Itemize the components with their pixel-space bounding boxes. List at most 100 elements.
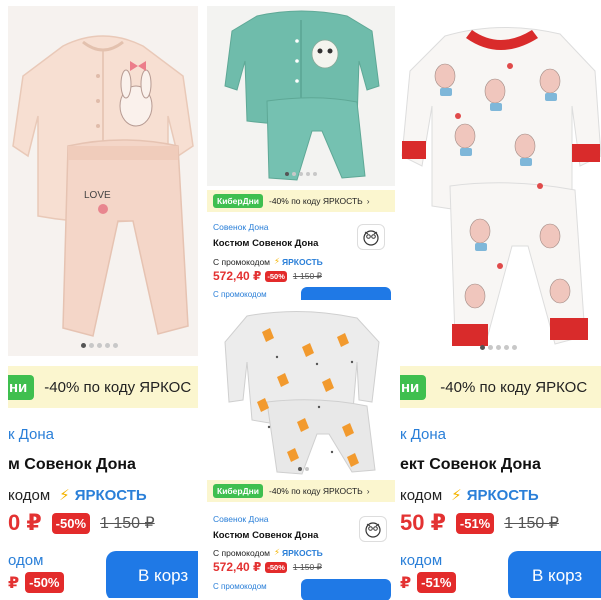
brand-link[interactable]: Совенок Дона [213, 222, 269, 232]
chevron-right-icon[interactable]: › [367, 486, 370, 496]
discount-badge: -51% [417, 572, 456, 593]
promo-code: ЯРКОСТЬ [281, 547, 323, 558]
carousel-dot[interactable] [313, 172, 317, 176]
promo-line: С промокодом ⚡ ЯРКОСТЬ [213, 256, 323, 267]
brand-link[interactable]: к Дона [400, 426, 446, 443]
promo-banner[interactable]: КиберДни -40% по коду ЯРКОСТЬ › [207, 480, 395, 502]
chevron-right-icon[interactable]: › [367, 196, 370, 206]
carousel-dot[interactable] [285, 172, 289, 176]
current-price: 50 ₽ [400, 510, 446, 535]
owl-brand-logo-icon [357, 224, 385, 250]
carousel-dot[interactable] [305, 467, 309, 471]
current-price: 0 ₽ [8, 510, 42, 535]
promo-tag: КиберДни [213, 484, 263, 498]
carousel-dot[interactable] [105, 343, 110, 348]
product-photo[interactable] [400, 6, 601, 356]
discount-badge: -50% [51, 512, 91, 534]
cart-button-label: В корз [138, 566, 189, 585]
discount-badge: -50% [265, 561, 287, 573]
carousel-dot[interactable] [496, 345, 501, 350]
old-price: 1 150 ₽ [100, 515, 155, 532]
promo-label: С промокодом [213, 582, 267, 591]
carousel-dot[interactable] [512, 345, 517, 350]
promo-prefix: С промокодом [213, 256, 271, 267]
price-row: 50 ₽ -51% 1 150 ₽ [400, 510, 559, 536]
carousel-dot[interactable] [299, 172, 303, 176]
add-to-cart-button[interactable]: В корз [508, 551, 601, 598]
old-price: 1 150 ₽ [292, 270, 322, 281]
price-row: 572,40 ₽ -50% 1 150 ₽ [213, 560, 322, 574]
add-to-cart-button[interactable]: В корз [106, 551, 198, 598]
carousel-dot[interactable] [298, 467, 302, 471]
promo-prefix: кодом [8, 486, 51, 504]
promo-banner[interactable]: ни -40% по коду ЯРКОС [400, 366, 601, 408]
price-row-2: ₽ -50% [8, 572, 64, 593]
discount-badge: -51% [455, 512, 495, 534]
current-price: 572,40 ₽ [213, 560, 262, 574]
svg-text:LOVE: LOVE [84, 190, 111, 201]
promo-prefix: кодом [400, 486, 443, 504]
promo-code: ЯРКОСТЬ [466, 486, 539, 504]
promo-label: кодом [400, 552, 443, 569]
carousel-dot[interactable] [488, 345, 493, 350]
promo-line: кодом ⚡ ЯРКОСТЬ [8, 486, 147, 505]
product-card-right[interactable]: ни -40% по коду ЯРКОС к Дона ект Совенок… [400, 6, 601, 598]
promo-banner[interactable]: КиберДни -40% по коду ЯРКОСТЬ › [207, 190, 395, 212]
add-to-cart-button[interactable] [301, 579, 391, 600]
carousel-dots[interactable] [298, 467, 309, 471]
old-price: 1 150 ₽ [292, 561, 322, 572]
add-to-cart-button[interactable] [301, 287, 391, 300]
promo-tag: ни [8, 374, 35, 400]
product-card-mid-top[interactable]: КиберДни -40% по коду ЯРКОСТЬ › Совенок … [207, 6, 395, 300]
carousel-dot[interactable] [89, 343, 94, 348]
promo-text: -40% по коду ЯРКОСТЬ [269, 196, 363, 206]
bolt-icon: ⚡ [274, 256, 280, 266]
owl-brand-logo-icon [359, 516, 387, 542]
promo-code: ЯРКОСТЬ [281, 256, 323, 267]
current-price: ₽ [400, 574, 412, 592]
promo-prefix: С промокодом [213, 547, 271, 558]
product-title[interactable]: Костюм Совенок Дона [213, 238, 318, 249]
brand-link[interactable]: Совенок Дона [213, 514, 269, 524]
current-price: 572,40 ₽ [213, 269, 262, 283]
carousel-dot[interactable] [292, 172, 296, 176]
price-row: 0 ₽ -50% 1 150 ₽ [8, 510, 155, 536]
carousel-dot[interactable] [81, 343, 86, 348]
promo-text: -40% по коду ЯРКОС [440, 378, 588, 396]
product-card-left[interactable]: LOVE ни -40% по коду ЯРКОС к Дона м Сове… [8, 6, 198, 598]
product-title[interactable]: м Совенок Дона [8, 456, 136, 474]
carousel-dot[interactable] [306, 172, 310, 176]
carousel-dot[interactable] [480, 345, 485, 350]
promo-text: -40% по коду ЯРКОС [44, 378, 192, 396]
product-title[interactable]: Костюм Совенок Дона [213, 530, 318, 541]
product-card-mid-bottom[interactable]: КиберДни -40% по коду ЯРКОСТЬ › Совенок … [207, 302, 395, 600]
collage: LOVE ни -40% по коду ЯРКОС к Дона м Сове… [0, 0, 601, 600]
carousel-dot[interactable] [504, 345, 509, 350]
promo-line: кодом ⚡ ЯРКОСТЬ [400, 486, 539, 505]
carousel-dot[interactable] [97, 343, 102, 348]
promo-label: С промокодом [213, 290, 267, 299]
product-title[interactable]: ект Совенок Дона [400, 456, 541, 474]
bolt-icon: ⚡ [274, 547, 280, 557]
carousel-dots[interactable] [81, 343, 118, 348]
product-photo[interactable]: LOVE [8, 6, 198, 356]
discount-badge: -50% [265, 270, 287, 282]
carousel-dots[interactable] [480, 345, 517, 350]
promo-text: -40% по коду ЯРКОСТЬ [269, 486, 363, 496]
cart-button-label: В корз [532, 566, 583, 585]
promo-line: С промокодом ⚡ ЯРКОСТЬ [213, 547, 323, 558]
carousel-dot[interactable] [113, 343, 118, 348]
promo-tag: КиберДни [213, 194, 263, 208]
promo-banner[interactable]: ни -40% по коду ЯРКОС [8, 366, 198, 408]
brand-link[interactable]: к Дона [8, 426, 54, 443]
price-row-2: ₽ -51% [400, 572, 456, 593]
bolt-icon: ⚡ [59, 487, 70, 504]
old-price: 1 150 ₽ [504, 515, 559, 532]
carousel-dots[interactable] [285, 172, 317, 176]
current-price: ₽ [8, 574, 20, 592]
discount-badge: -50% [25, 572, 64, 593]
product-photo[interactable] [207, 302, 395, 477]
bolt-icon: ⚡ [451, 487, 462, 504]
promo-code: ЯРКОСТЬ [74, 486, 147, 504]
product-photo[interactable] [207, 6, 395, 186]
